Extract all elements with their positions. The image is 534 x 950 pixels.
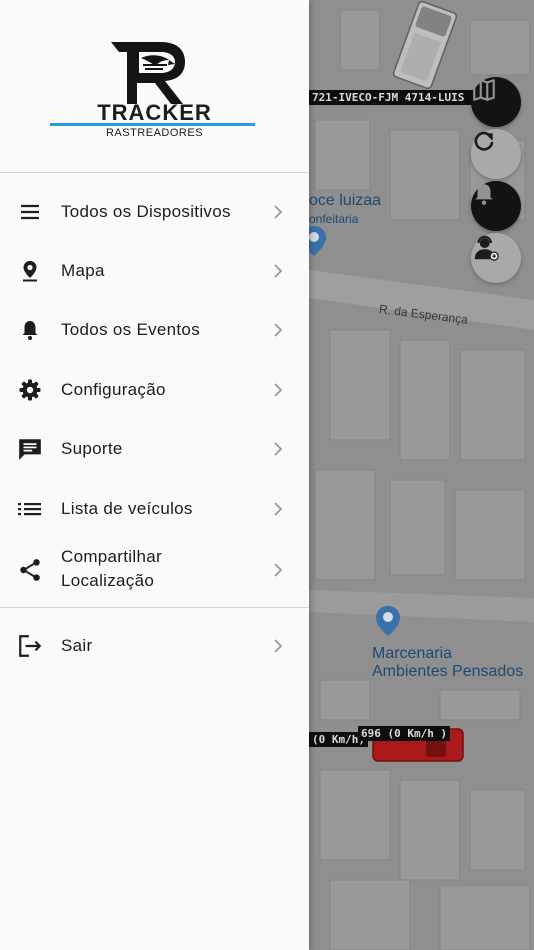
chevron-right-icon xyxy=(270,382,286,398)
logout-icon xyxy=(17,633,43,659)
list-icon xyxy=(17,496,43,522)
logout-divider xyxy=(0,607,309,608)
chevron-right-icon xyxy=(270,441,286,457)
menu-item-compartilhar-localizacao[interactable]: Compartilhar Localização xyxy=(0,543,309,597)
chat-icon xyxy=(17,436,43,462)
bell-icon xyxy=(17,317,43,343)
menu-item-label-line2: Localização xyxy=(61,571,155,590)
map-pin-icon xyxy=(17,258,43,284)
menu-lines-icon xyxy=(17,199,43,225)
eagle-logo-icon xyxy=(111,42,185,104)
menu-item-label: Todos os Eventos xyxy=(61,320,200,339)
menu-item-suporte[interactable]: Suporte xyxy=(0,429,309,469)
menu-item-mapa[interactable]: Mapa xyxy=(0,251,309,291)
menu-item-sair[interactable]: Sair xyxy=(0,626,309,666)
chevron-right-icon xyxy=(270,638,286,654)
brand-underline xyxy=(50,123,255,126)
brand-tagline: RASTREADORES xyxy=(105,127,204,139)
menu-item-label-line1: Compartilhar xyxy=(61,547,162,566)
menu-item-todos-dispositivos[interactable]: Todos os Dispositivos xyxy=(0,192,309,232)
header-divider xyxy=(0,172,309,173)
menu-item-todos-eventos[interactable]: Todos os Eventos xyxy=(0,310,309,350)
chevron-right-icon xyxy=(270,322,286,338)
menu-item-label: Mapa xyxy=(61,261,105,280)
menu-item-lista-veiculos[interactable]: Lista de veículos xyxy=(0,489,309,529)
navigation-drawer: TRACKER RASTREADORES Todos os Dispositiv… xyxy=(0,0,309,950)
menu-item-label: Configuração xyxy=(61,380,166,399)
chevron-right-icon xyxy=(270,501,286,517)
share-icon xyxy=(17,557,43,583)
chevron-right-icon xyxy=(270,204,286,220)
menu-item-label: Sair xyxy=(61,636,93,655)
gear-icon xyxy=(17,377,43,403)
menu-item-label: Lista de veículos xyxy=(61,499,193,518)
chevron-right-icon xyxy=(270,263,286,279)
menu-item-label: Todos os Dispositivos xyxy=(61,202,231,221)
menu-item-label: Suporte xyxy=(61,439,123,458)
brand-header: TRACKER RASTREADORES xyxy=(0,0,309,172)
chevron-right-icon xyxy=(270,562,286,578)
menu-item-configuracao[interactable]: Configuração xyxy=(0,370,309,410)
